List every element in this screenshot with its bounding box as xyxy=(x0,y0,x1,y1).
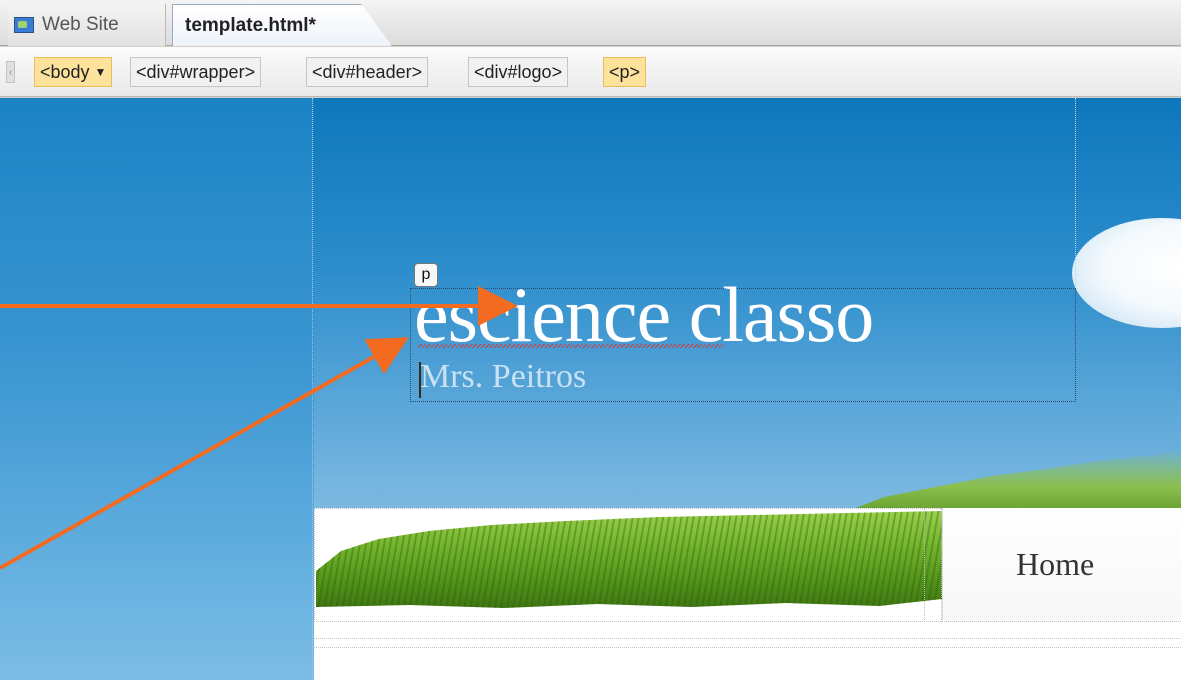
tag-div-header-label: <div#header> xyxy=(312,61,423,82)
tab-template-html[interactable]: template.html* xyxy=(172,4,392,46)
cloud-graphic xyxy=(1072,218,1181,328)
content-guide-line xyxy=(314,638,1181,648)
content-area xyxy=(314,622,1181,680)
tab-web-site[interactable]: Web Site xyxy=(8,4,166,46)
sky-background xyxy=(0,98,314,680)
header-guide-line xyxy=(1075,98,1076,288)
text-cursor xyxy=(419,362,421,398)
tag-div-logo[interactable]: <div#logo> xyxy=(468,57,569,87)
tag-div-header[interactable]: <div#header> xyxy=(306,57,429,87)
nav-divider xyxy=(924,508,942,622)
tag-div-logo-label: <div#logo> xyxy=(474,61,563,82)
tag-p-label: <p> xyxy=(609,61,641,82)
tag-div-wrapper-label: <div#wrapper> xyxy=(136,61,256,82)
tag-div-wrapper[interactable]: <div#wrapper> xyxy=(130,57,262,87)
site-subtitle[interactable]: Mrs. Peitros xyxy=(420,358,586,396)
tab-web-site-label: Web Site xyxy=(42,14,119,35)
tag-body-label: <body xyxy=(40,61,90,82)
chevron-down-icon[interactable]: ▼ xyxy=(95,65,107,79)
tag-p[interactable]: <p> xyxy=(603,57,647,87)
tag-scroll-left-button[interactable]: ‹ xyxy=(6,61,15,83)
website-icon xyxy=(14,17,34,33)
design-view[interactable]: p escience classo Mrs. Peitros Home xyxy=(0,98,1181,680)
spelling-error-underline xyxy=(418,344,724,348)
document-tab-bar: Web Site template.html* xyxy=(0,0,1181,46)
tag-body[interactable]: <body ▼ xyxy=(34,57,113,87)
quick-tag-selector: ‹ <body ▼ <div#wrapper> <div#header> <di… xyxy=(0,47,1181,97)
nav-home-link[interactable]: Home xyxy=(942,508,1181,620)
tab-template-html-label: template.html* xyxy=(185,14,316,36)
